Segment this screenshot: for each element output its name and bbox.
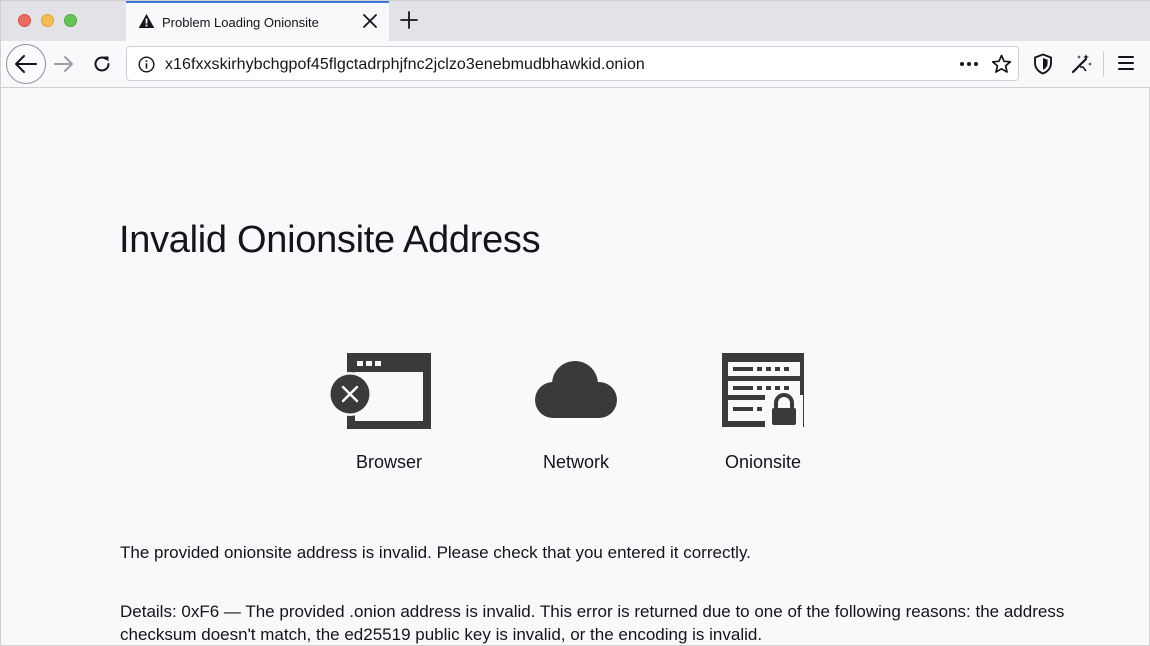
window-close-button[interactable]	[18, 14, 31, 27]
tab-active[interactable]: Problem Loading Onionsite	[126, 1, 389, 41]
bookmark-star-icon[interactable]	[991, 54, 1012, 74]
toolbar-separator	[1103, 51, 1104, 77]
network-label: Network	[542, 452, 609, 472]
shield-icon[interactable]	[1032, 53, 1054, 75]
info-icon[interactable]	[138, 56, 155, 73]
new-identity-wand-icon[interactable]	[1070, 53, 1092, 75]
onionsite-label: Onionsite	[724, 452, 802, 472]
hamburger-menu-icon[interactable]	[1117, 55, 1135, 71]
new-tab-icon[interactable]	[399, 10, 419, 30]
window-minimize-button[interactable]	[41, 14, 54, 27]
reload-icon[interactable]	[91, 53, 113, 75]
page-title: Invalid Onionsite Address	[119, 219, 541, 261]
close-tab-icon[interactable]	[361, 12, 379, 30]
window-maximize-button[interactable]	[64, 14, 77, 27]
error-details: Details: 0xF6 — The provided .onion addr…	[120, 602, 1065, 644]
warning-icon	[138, 14, 155, 28]
back-button[interactable]	[6, 44, 46, 84]
arrow-right-icon[interactable]	[53, 53, 75, 75]
onionsite-server-lock-icon	[722, 353, 804, 427]
navigation-toolbar: x16fxxskirhybchgpof45flgctadrphjfnc2jclz…	[1, 41, 1150, 88]
arrow-left-icon	[15, 55, 37, 73]
browser-label: Browser	[355, 452, 422, 472]
error-message: The provided onionsite address is invali…	[120, 543, 751, 562]
address-bar[interactable]: x16fxxskirhybchgpof45flgctadrphjfnc2jclz…	[126, 46, 1019, 81]
tab-title: Problem Loading Onionsite	[162, 15, 319, 30]
more-actions-icon[interactable]	[959, 55, 979, 73]
tab-strip: Problem Loading Onionsite	[1, 1, 1150, 41]
browser-error-icon	[328, 353, 431, 429]
cloud-network-icon	[535, 361, 617, 418]
url-text[interactable]: x16fxxskirhybchgpof45flgctadrphjfnc2jclz…	[165, 56, 645, 74]
